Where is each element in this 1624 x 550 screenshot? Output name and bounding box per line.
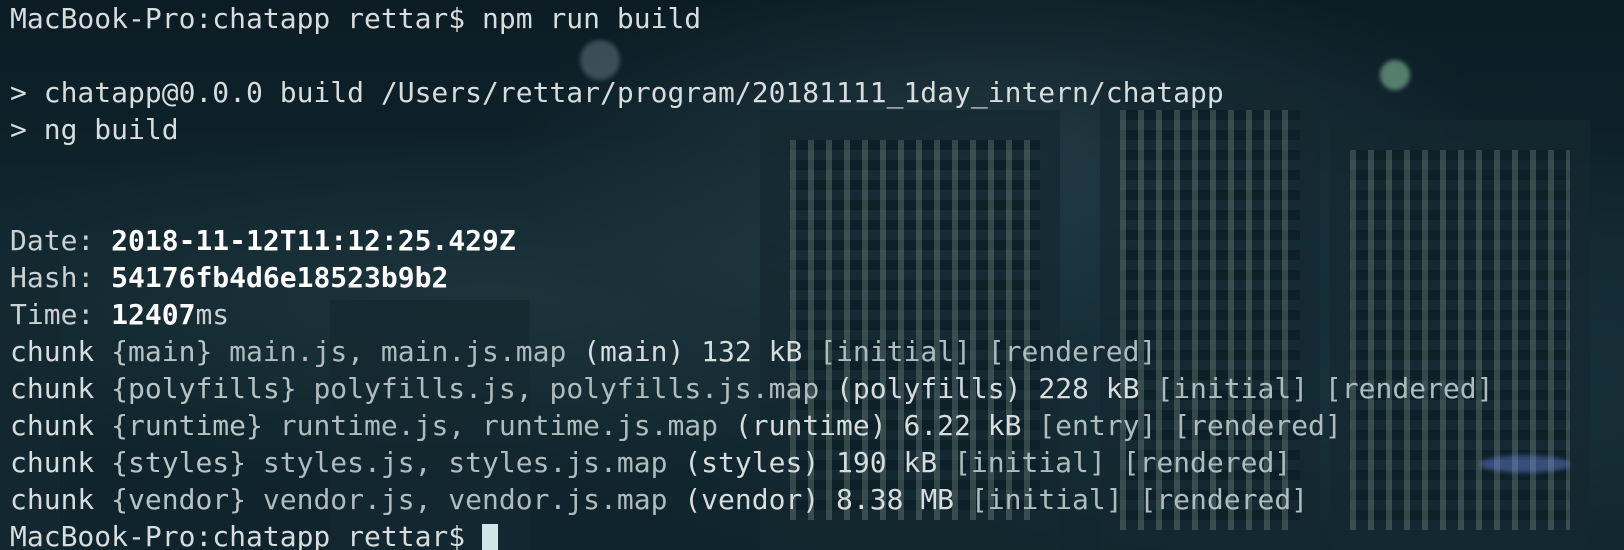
- time-line: Time: 12407ms: [10, 296, 1624, 333]
- hash-line: Hash: 54176fb4d6e18523b9b2: [10, 259, 1624, 296]
- chunk-size: (polyfills) 228 kB: [819, 372, 1157, 405]
- chunk-prefix: chunk: [10, 372, 112, 405]
- chunk-name: {polyfills}: [111, 372, 297, 405]
- chunk-files: runtime.js, runtime.js.map: [262, 409, 719, 442]
- chunk-size: (runtime) 6.22 kB: [718, 409, 1039, 442]
- chunk-tags: [entry] [rendered]: [1038, 409, 1342, 442]
- chunk-prefix: chunk: [10, 335, 112, 368]
- chunk-prefix: chunk: [10, 483, 112, 516]
- ng-build-line: > ng build: [10, 113, 179, 146]
- hash-label: Hash:: [10, 261, 112, 294]
- date-label: Date:: [10, 224, 112, 257]
- chunk-files: styles.js, styles.js.map: [246, 446, 668, 479]
- chunk-name: {styles}: [111, 446, 247, 479]
- terminal-output: MacBook-Pro:chatapp rettar$ npm run buil…: [10, 0, 1624, 550]
- time-unit: ms: [195, 298, 230, 331]
- chunk-files: polyfills.js, polyfills.js.map: [296, 372, 820, 405]
- chunk-tags: [initial] [rendered]: [1156, 372, 1494, 405]
- chunk-size: (styles) 190 kB: [667, 446, 955, 479]
- chunk-name: {runtime}: [111, 409, 263, 442]
- chunk-line-polyfills: chunk {polyfills} polyfills.js, polyfill…: [10, 370, 1624, 407]
- chunk-tags: [initial] [rendered]: [970, 483, 1309, 516]
- final-prompt: MacBook-Pro:chatapp rettar$: [10, 520, 483, 550]
- chunk-prefix: chunk: [10, 446, 112, 479]
- chunk-files: vendor.js, vendor.js.map: [246, 483, 668, 516]
- chunk-files: main.js, main.js.map: [212, 335, 567, 368]
- text-cursor: [482, 524, 499, 550]
- chunk-line-styles: chunk {styles} styles.js, styles.js.map …: [10, 444, 1624, 481]
- chunk-size: (vendor) 8.38 MB: [667, 483, 971, 516]
- prompt-line: MacBook-Pro:chatapp rettar$ npm run buil…: [10, 2, 702, 35]
- script-line: > chatapp@0.0.0 build /Users/rettar/prog…: [10, 76, 1224, 109]
- chunk-line-runtime: chunk {runtime} runtime.js, runtime.js.m…: [10, 407, 1624, 444]
- terminal-window[interactable]: MacBook-Pro:chatapp rettar$ npm run buil…: [0, 0, 1624, 550]
- chunk-tags: [initial] [rendered]: [954, 446, 1292, 479]
- chunk-tags: [initial] [rendered]: [819, 335, 1157, 368]
- chunk-name: {vendor}: [111, 483, 247, 516]
- date-line: Date: 2018-11-12T11:12:25.429Z: [10, 222, 1624, 259]
- chunk-line-vendor: chunk {vendor} vendor.js, vendor.js.map …: [10, 481, 1624, 518]
- hash-value: 54176fb4d6e18523b9b2: [111, 261, 449, 294]
- time-label: Time:: [10, 298, 112, 331]
- chunk-name: {main}: [111, 335, 213, 368]
- final-prompt-line[interactable]: MacBook-Pro:chatapp rettar$: [10, 518, 1624, 550]
- date-value: 2018-11-12T11:12:25.429Z: [111, 224, 516, 257]
- chunk-size: (main) 132 kB: [566, 335, 820, 368]
- chunk-line-main: chunk {main} main.js, main.js.map (main)…: [10, 333, 1624, 370]
- time-value: 12407: [111, 298, 196, 331]
- chunk-prefix: chunk: [10, 409, 112, 442]
